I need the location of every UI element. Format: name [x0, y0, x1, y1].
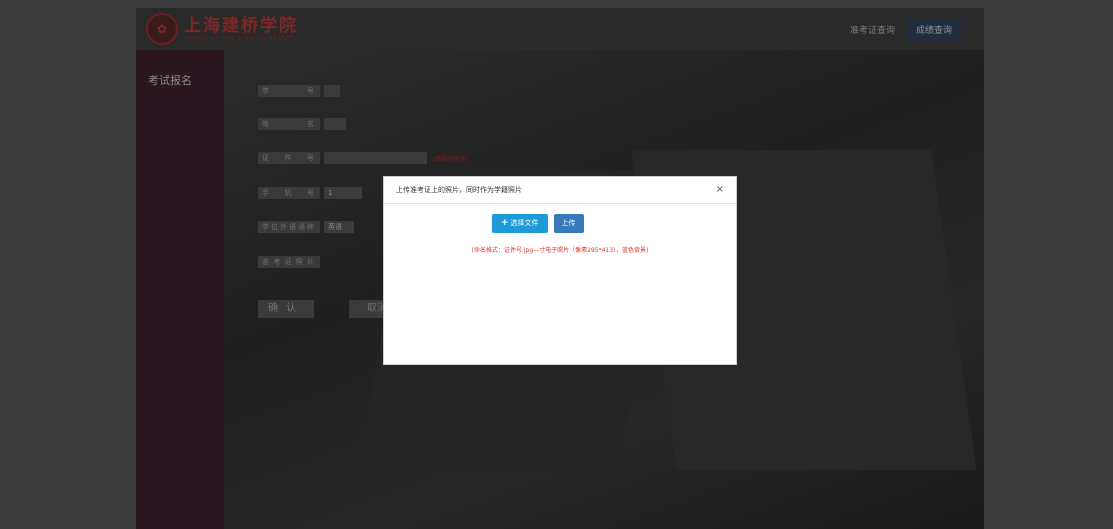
logo-english-name: SHANGHAI JIAN QIAO UNIVERSITY	[184, 35, 297, 42]
photo-row: 准考证照片	[258, 256, 320, 268]
naming-format-hint: (命名格式：证件号.jpg—寸电子照片（像素295*413），蓝色背景)	[471, 247, 649, 254]
plus-icon: +	[501, 218, 509, 228]
nav-score-query[interactable]: 成绩查询	[907, 20, 961, 42]
dialog-title: 上传准考证上的照片，同时作为学籍照片	[396, 186, 522, 194]
name-label: 姓名	[258, 118, 320, 130]
upload-photo-dialog: 上传准考证上的照片，同时作为学籍照片 × + 选择文件 上传 (命名格式：证件号…	[383, 176, 737, 365]
phone-value: 1	[324, 187, 362, 199]
nav-admission-ticket-query[interactable]: 准考证查询	[844, 20, 902, 42]
phone-label: 手机号	[258, 187, 320, 199]
name-value	[324, 118, 346, 130]
confirm-button[interactable]: 确认	[258, 300, 314, 318]
sidebar: 考试报名	[136, 50, 224, 529]
header: ✿ 上海建桥学院 SHANGHAI JIAN QIAO UNIVERSITY 准…	[136, 8, 984, 50]
upload-button[interactable]: 上传	[553, 214, 584, 233]
page-margin-left	[0, 0, 136, 529]
language-select[interactable]: 英语	[324, 221, 354, 233]
phone-row: 手机号 1	[258, 187, 362, 199]
logo[interactable]: ✿ 上海建桥学院 SHANGHAI JIAN QIAO UNIVERSITY	[146, 12, 298, 46]
sidebar-item-exam-registration[interactable]: 考试报名	[148, 72, 192, 88]
student-id-value	[324, 85, 340, 97]
id-number-label: 证件号	[258, 152, 320, 164]
name-row: 姓名	[258, 118, 346, 130]
choose-file-label: 选择文件	[510, 219, 539, 227]
photo-label: 准考证照片	[258, 256, 320, 268]
language-row: 学位外语语种 英语	[258, 221, 354, 233]
choose-file-button[interactable]: + 选择文件	[492, 214, 548, 233]
dialog-header: 上传准考证上的照片，同时作为学籍照片 ×	[384, 177, 736, 204]
logo-chinese-name: 上海建桥学院	[184, 15, 298, 36]
logo-text: 上海建桥学院 SHANGHAI JIAN QIAO UNIVERSITY	[184, 16, 298, 43]
id-number-row: 证件号 (请核对信息)	[258, 152, 468, 164]
student-id-row: 学号	[258, 85, 340, 97]
page-margin-right	[984, 0, 1113, 529]
close-icon[interactable]: ×	[716, 184, 724, 195]
id-number-hint: (请核对信息)	[433, 155, 468, 163]
id-number-value	[324, 152, 427, 164]
university-seal-icon: ✿	[146, 13, 178, 45]
language-label: 学位外语语种	[258, 221, 320, 233]
dialog-buttons: + 选择文件 上传	[492, 214, 584, 233]
student-id-label: 学号	[258, 85, 320, 97]
